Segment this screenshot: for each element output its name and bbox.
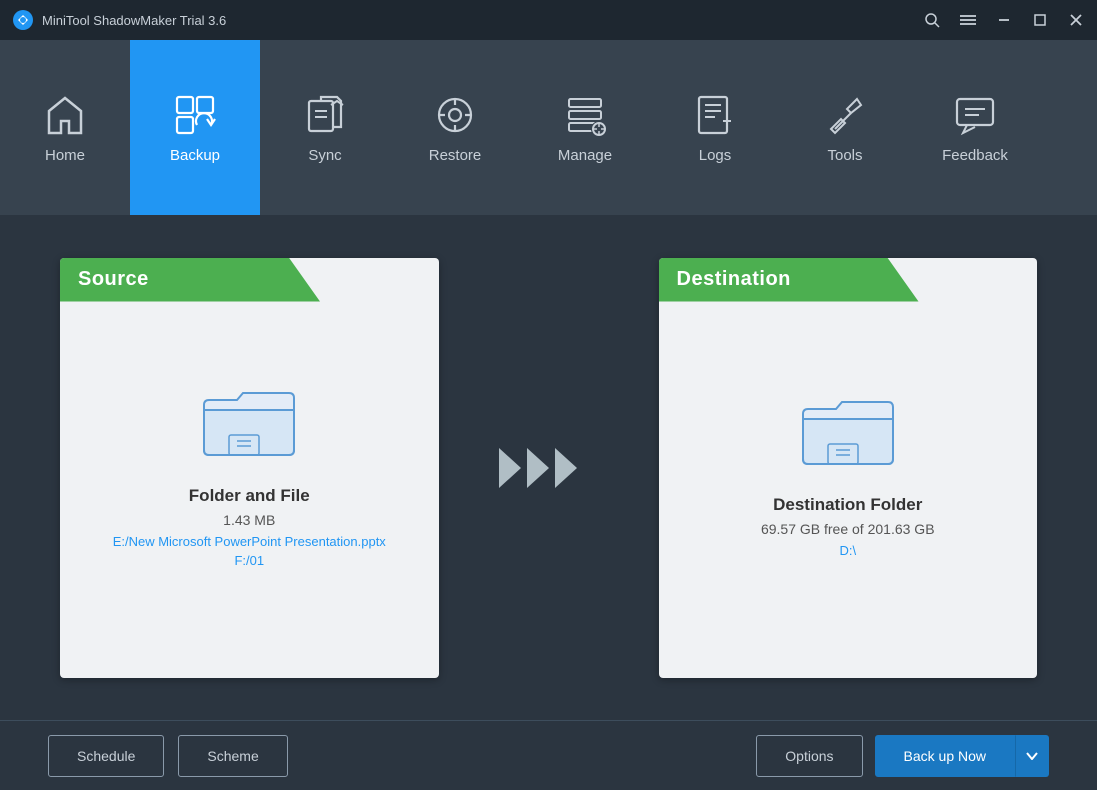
source-folder-icon	[199, 385, 299, 470]
source-title: Folder and File	[189, 486, 310, 506]
destination-panel-header: Destination	[659, 258, 919, 302]
nav-label-logs: Logs	[699, 147, 732, 164]
nav-item-sync[interactable]: Sync	[260, 40, 390, 215]
backup-now-button[interactable]: Back up Now	[875, 735, 1015, 777]
source-size: 1.43 MB	[223, 512, 275, 528]
nav-label-tools: Tools	[827, 147, 862, 164]
nav-item-tools[interactable]: Tools	[780, 40, 910, 215]
nav-label-backup: Backup	[170, 147, 220, 164]
bottom-bar: Schedule Scheme Options Back up Now	[0, 720, 1097, 790]
nav-label-home: Home	[45, 147, 85, 164]
minimize-button[interactable]	[995, 11, 1013, 29]
nav-label-restore: Restore	[429, 147, 482, 164]
source-header-label: Source	[78, 268, 149, 291]
bottom-right-buttons: Options Back up Now	[756, 735, 1049, 777]
title-bar: MiniTool ShadowMaker Trial 3.6	[0, 0, 1097, 40]
source-panel[interactable]: Source Folder and File 1.43 MB E:/New Mi…	[60, 258, 439, 678]
source-path-2: F:/01	[234, 553, 264, 568]
menu-button[interactable]	[959, 11, 977, 29]
nav-item-manage[interactable]: Manage	[520, 40, 650, 215]
title-bar-left: MiniTool ShadowMaker Trial 3.6	[12, 9, 226, 31]
scheme-button[interactable]: Scheme	[178, 735, 287, 777]
nav-item-restore[interactable]: Restore	[390, 40, 520, 215]
destination-folder-icon	[798, 394, 898, 479]
nav-bar: Home Backup Sync Restore	[0, 40, 1097, 215]
search-button[interactable]	[923, 11, 941, 29]
maximize-button[interactable]	[1031, 11, 1049, 29]
nav-label-manage: Manage	[558, 147, 612, 164]
nav-item-backup[interactable]: Backup	[130, 40, 260, 215]
schedule-button[interactable]: Schedule	[48, 735, 164, 777]
destination-header-label: Destination	[677, 268, 791, 291]
main-content: Source Folder and File 1.43 MB E:/New Mi…	[0, 215, 1097, 720]
source-path-1: E:/New Microsoft PowerPoint Presentation…	[113, 534, 386, 549]
close-button[interactable]	[1067, 11, 1085, 29]
source-panel-header: Source	[60, 258, 320, 302]
nav-label-feedback: Feedback	[942, 147, 1008, 164]
destination-panel[interactable]: Destination Destination Folder 69.57 GB …	[659, 258, 1038, 678]
destination-free-space: 69.57 GB free of 201.63 GB	[761, 521, 935, 537]
app-title: MiniTool ShadowMaker Trial 3.6	[42, 13, 226, 28]
destination-drive: D:\	[839, 541, 856, 561]
arrow-icon	[499, 438, 599, 498]
title-bar-controls	[923, 11, 1085, 29]
source-path: E:/New Microsoft PowerPoint Presentation…	[113, 532, 386, 571]
app-logo	[12, 9, 34, 31]
nav-item-feedback[interactable]: Feedback	[910, 40, 1040, 215]
bottom-left-buttons: Schedule Scheme	[48, 735, 288, 777]
options-button[interactable]: Options	[756, 735, 862, 777]
nav-item-logs[interactable]: Logs	[650, 40, 780, 215]
destination-title: Destination Folder	[773, 495, 922, 515]
nav-item-home[interactable]: Home	[0, 40, 130, 215]
backup-now-dropdown[interactable]	[1015, 735, 1049, 777]
nav-label-sync: Sync	[308, 147, 341, 164]
